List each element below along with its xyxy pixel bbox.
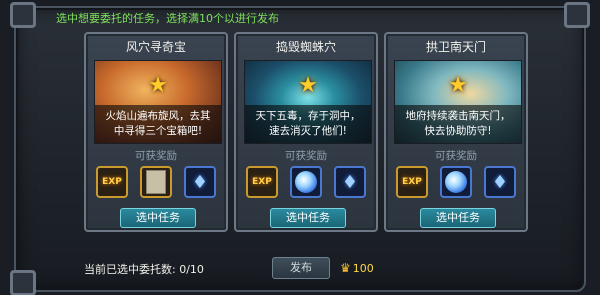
exp-icon[interactable]: EXP <box>96 166 128 198</box>
exp-icon[interactable]: EXP <box>246 166 278 198</box>
mission-image: ★ 天下五毒，存于洞中，速去消灭了他们! <box>244 60 372 144</box>
blue-crystal-icon[interactable]: ♦ <box>484 166 516 198</box>
mission-description: 火焰山遍布旋风，去其中寻得三个宝箱吧! <box>95 105 221 143</box>
blue-crystal-icon[interactable]: ♦ <box>334 166 366 198</box>
reward-label: 可获奖励 <box>285 150 327 162</box>
reward-list: EXP ♦ <box>396 166 516 198</box>
publish-button[interactable]: 发布 <box>272 257 330 279</box>
reward-label: 可获奖励 <box>435 150 477 162</box>
mission-image: ★ 火焰山遍布旋风，去其中寻得三个宝箱吧! <box>94 60 222 144</box>
publish-cost: ♛ 100 <box>340 261 374 275</box>
crown-icon: ♛ <box>340 261 351 275</box>
reward-list: EXP ♦ <box>246 166 366 198</box>
mission-description: 地府持续袭击南天门，快去协助防守! <box>395 105 521 143</box>
corner-ornament <box>10 2 36 28</box>
star-icon: ★ <box>148 73 168 98</box>
selected-count: 当前已选中委托数: 0/10 <box>84 263 204 276</box>
reward-list: EXP ♦ <box>96 166 216 198</box>
mission-description: 天下五毒，存于洞中，速去消灭了他们! <box>245 105 371 143</box>
light-orb-icon[interactable] <box>440 166 472 198</box>
cost-value: 100 <box>352 261 374 275</box>
select-mission-button[interactable]: 选中任务 <box>120 208 196 228</box>
corner-ornament <box>10 270 36 295</box>
mission-title: 拱卫南天门 <box>425 40 486 54</box>
mission-card[interactable]: 拱卫南天门 ★ 地府持续袭击南天门，快去协助防守! 可获奖励 EXP ♦ 选中任… <box>384 32 528 232</box>
reward-label: 可获奖励 <box>135 150 177 162</box>
mission-image: ★ 地府持续袭击南天门，快去协助防守! <box>394 60 522 144</box>
star-icon: ★ <box>448 73 468 98</box>
mission-card[interactable]: 捣毁蜘蛛穴 ★ 天下五毒，存于洞中，速去消灭了他们! 可获奖励 EXP ♦ 选中… <box>234 32 378 232</box>
exp-label: EXP <box>252 177 272 187</box>
instruction-text: 选中想要委托的任务，选择满10个以进行发布 <box>56 12 279 25</box>
exp-label: EXP <box>402 177 422 187</box>
blue-crystal-icon[interactable]: ♦ <box>184 166 216 198</box>
star-icon: ★ <box>298 73 318 98</box>
exp-icon[interactable]: EXP <box>396 166 428 198</box>
mission-title: 捣毁蜘蛛穴 <box>275 40 336 54</box>
light-orb-icon[interactable] <box>290 166 322 198</box>
mission-card[interactable]: 风穴寻奇宝 ★ 火焰山遍布旋风，去其中寻得三个宝箱吧! 可获奖励 EXP ♦ 选… <box>84 32 228 232</box>
select-mission-button[interactable]: 选中任务 <box>270 208 346 228</box>
parchment-icon[interactable] <box>140 166 172 198</box>
select-mission-button[interactable]: 选中任务 <box>420 208 496 228</box>
corner-ornament <box>564 2 590 28</box>
mission-title: 风穴寻奇宝 <box>125 40 186 54</box>
exp-label: EXP <box>102 177 122 187</box>
